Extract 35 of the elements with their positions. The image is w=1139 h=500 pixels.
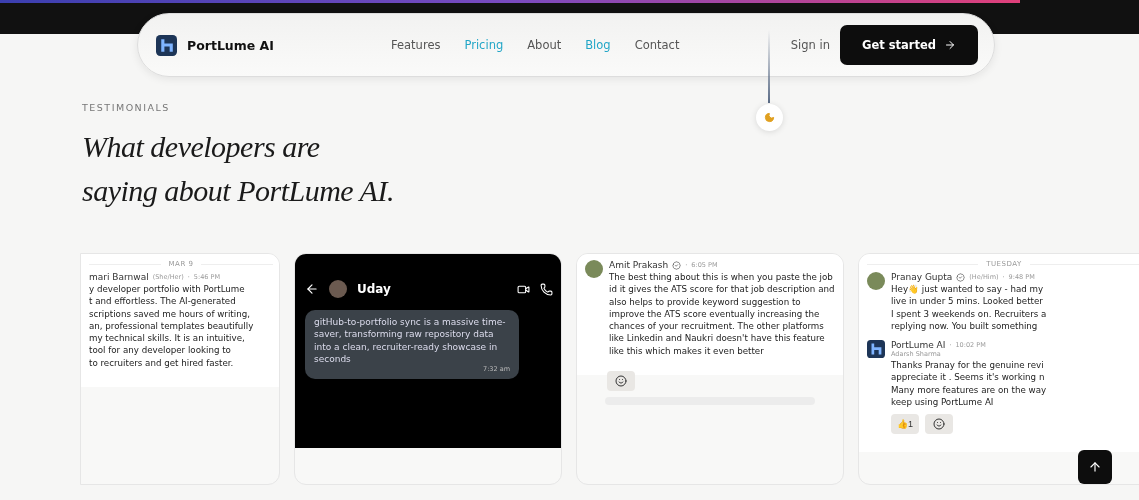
moon-icon [764,112,775,123]
section-label: TESTIMONIALS [82,102,171,113]
theme-toggle-button[interactable] [756,104,783,131]
back-icon [305,282,319,296]
arrow-up-icon [1088,460,1102,474]
brand-name: PortLume AI [187,37,274,53]
author-name: Pranay Gupta [891,272,953,282]
arrow-right-icon [944,39,956,51]
phone-icon [540,282,553,296]
section-heading: What developers are saying about PortLume AI. [82,129,395,209]
logo-icon [156,34,177,56]
nav-link[interactable]: Features [391,38,441,52]
get-started-button[interactable]: Get started [839,25,978,65]
message-text: Thanks Pranay for the genuine revi appreciate it . Seems it's working n Many more features are on the way keep using PortLume AI [891,359,1047,409]
add-reaction-button[interactable] [607,371,635,392]
message-text: y developer portfolio with PortLume t and effortless. The AI-generated scriptions saved me hours of writing, an, professional templates beautifully my technical skills. It is an intuitive, tool for any developer looking to to recruiters and get hired faster. [89,283,254,370]
nav-link[interactable]: About [527,38,562,52]
contact-name: Uday [357,282,392,296]
scroll-top-button[interactable] [1078,450,1112,484]
sign-in-link[interactable]: Sign in [790,38,830,52]
smiley-plus-icon [615,375,627,388]
reaction-button[interactable]: 👍1 [891,414,919,435]
avatar [867,272,885,290]
message-text: gitHub-to-portfolio sync is a massive time-saver, transforming raw repository data into a clean, recruiter-ready showcase in seconds [314,316,507,366]
author-name: mari Barnwal [89,272,149,282]
avatar [585,260,603,278]
avatar [329,280,347,298]
author-name: PortLume AI [891,340,946,351]
smiley-plus-icon [933,418,945,431]
logo-icon [867,340,885,359]
message-text: The best thing about this is when you paste the job id it gives the ATS score for that job description and also helps to provide keyword suggestion to improve the ATS score eventually increasing the chances of your recruitment. The other platforms like Linkedin and Naukri doesn't have this feature like this which makes it even better [609,271,836,358]
add-reaction-button[interactable] [925,414,953,435]
author-name: Amit Prakash [609,260,669,270]
nav-link[interactable]: Contact [634,38,680,52]
message-text: Hey👋 just wanted to say - had my live in under 5 mins. Looked better I spent 3 weekends on. Recruiters a replying now. You built something [891,283,1047,333]
